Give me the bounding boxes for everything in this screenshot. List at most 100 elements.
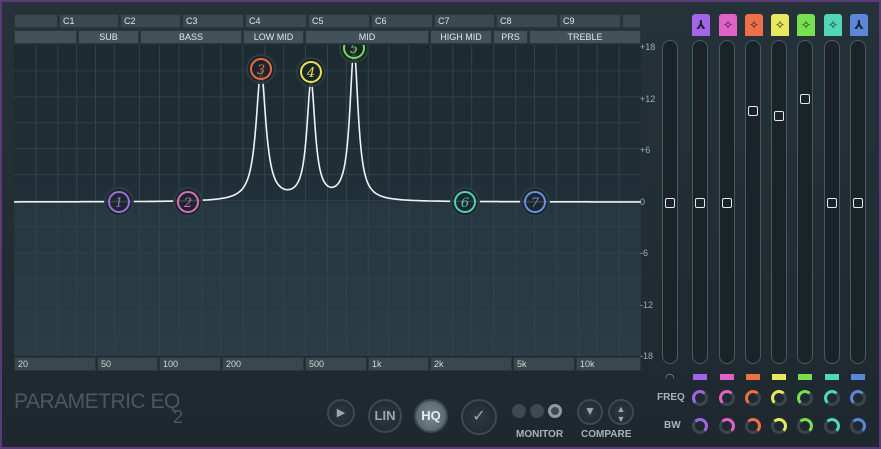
note-cell: C1 (59, 14, 119, 28)
band-gain-thumb[interactable] (827, 198, 837, 208)
band-color-swatch (851, 374, 865, 380)
monitor-mid-icon[interactable] (530, 404, 544, 418)
band-2-gain-slider[interactable] (719, 40, 735, 364)
headphones-icon[interactable]: ◠ (665, 371, 675, 384)
band-gain-thumb[interactable] (748, 106, 758, 117)
band-freq-knob[interactable] (745, 390, 761, 406)
band-range-cell: HIGH MID (430, 30, 492, 44)
app-title: PARAMETRIC EQ (14, 390, 180, 414)
hq-button[interactable]: HQ (414, 399, 448, 433)
monitor-target-icon[interactable] (548, 404, 562, 418)
band-gain-thumb[interactable] (800, 93, 810, 104)
band-type-glyph: ✧ (748, 18, 760, 32)
band-handle-label: 1 (115, 196, 123, 211)
band-4-gain-slider[interactable] (771, 40, 787, 364)
eq-curve-plot[interactable]: 1 2 3 4 5 6 7 (14, 45, 641, 356)
band-range-cell: BASS (140, 30, 242, 44)
compare-down-button[interactable]: ▼ (577, 399, 603, 425)
band-freq-knob[interactable] (850, 390, 866, 406)
master-gain-thumb[interactable] (665, 198, 675, 208)
highpass-icon[interactable]: ⅄ (692, 14, 710, 36)
note-strip: C1 C2 C3 C4 C5 C6 C7 C8 C9 (14, 14, 641, 28)
note-cell: C8 (496, 14, 558, 28)
note-cell (14, 14, 58, 28)
band-gain-thumb[interactable] (695, 198, 705, 208)
frequency-strip: 20 50 100 200 500 1k 2k 5k 10k (14, 357, 641, 371)
band-handle-3[interactable]: 3 (246, 54, 276, 84)
band-gain-thumb[interactable] (722, 198, 732, 208)
note-cell: C4 (245, 14, 307, 28)
band-handle-6[interactable]: 6 (450, 187, 480, 217)
band-bw-knob[interactable] (719, 418, 735, 434)
band-range-cell: SUB (78, 30, 139, 44)
db-label: -12 (640, 299, 654, 310)
band-range-strip: SUB BASS LOW MID MID HIGH MID PRS TREBLE (14, 30, 641, 44)
note-cell: C9 (559, 14, 621, 28)
band-handle-label: 6 (461, 196, 469, 211)
band-type-glyph: ⅄ (854, 18, 864, 32)
app-title-suffix: 2 (173, 407, 184, 427)
master-gain-slider[interactable] (662, 40, 678, 364)
band-6-gain-slider[interactable] (824, 40, 840, 364)
band-type-glyph: ✧ (800, 18, 812, 32)
band-handle-label: 3 (257, 63, 265, 78)
band-freq-knob[interactable] (719, 390, 735, 406)
db-label: +6 (640, 145, 651, 155)
band-freq-knob[interactable] (797, 390, 813, 406)
band-gain-thumb[interactable] (774, 110, 784, 121)
bw-label: BW (664, 420, 681, 431)
band-bw-knob[interactable] (771, 418, 787, 434)
band-bw-knob[interactable] (824, 418, 840, 434)
band-7-gain-slider[interactable] (850, 40, 866, 364)
band-handle-4[interactable]: 4 (296, 57, 326, 87)
band-color-swatch (746, 374, 760, 380)
band-color-swatch (772, 374, 786, 380)
band-range-cell: TREBLE (529, 30, 641, 44)
eq-graph[interactable]: 1 2 3 4 5 6 7 (14, 45, 641, 356)
db-label: +18 (640, 42, 656, 52)
frequency-cell: 50 (97, 357, 158, 371)
compare-switch-button[interactable]: ▲ ▼ (608, 399, 634, 425)
band-handle-2[interactable]: 2 (173, 187, 203, 217)
band-freq-knob[interactable] (824, 390, 840, 406)
band-range-cell: PRS (493, 30, 528, 44)
band-freq-knob[interactable] (692, 390, 708, 406)
db-label: +12 (640, 93, 656, 104)
band-handle-1[interactable]: 1 (104, 187, 134, 217)
band-color-swatch (693, 374, 707, 380)
band-freq-knob[interactable] (771, 390, 787, 406)
note-cell: C5 (308, 14, 370, 28)
lin-button[interactable]: LIN (368, 399, 402, 433)
band-1-gain-slider[interactable] (692, 40, 708, 364)
db-label: -6 (640, 248, 649, 258)
band-3-gain-slider[interactable] (745, 40, 761, 364)
lowpass-icon[interactable]: ⅄ (850, 14, 868, 36)
band-handle-7[interactable]: 7 (520, 187, 550, 217)
frequency-cell: 20 (14, 357, 96, 371)
frequency-cell: 10k (576, 357, 641, 371)
confirm-button[interactable]: ✓ (461, 399, 497, 435)
band-type-glyph: ⅄ (696, 18, 706, 32)
monitor-minus-icon[interactable] (512, 404, 526, 418)
peak-icon[interactable]: ✧ (797, 14, 815, 36)
db-label: 0 (640, 196, 646, 207)
band-bw-knob[interactable] (692, 418, 708, 434)
peak-icon[interactable]: ✧ (719, 14, 737, 36)
band-5-gain-slider[interactable] (797, 40, 813, 364)
play-button[interactable]: ▶ (327, 399, 355, 427)
band-color-swatch (825, 374, 839, 380)
band-bw-knob[interactable] (745, 418, 761, 434)
band-type-glyph: ✧ (722, 18, 734, 32)
peak-icon[interactable]: ✧ (771, 14, 789, 36)
band-gain-thumb[interactable] (853, 198, 863, 208)
band-bw-knob[interactable] (797, 418, 813, 434)
band-range-cell: MID (305, 30, 429, 44)
frequency-cell: 200 (222, 357, 304, 371)
band-bw-knob[interactable] (850, 418, 866, 434)
peak-icon[interactable]: ✧ (745, 14, 763, 36)
eq-window: C1 C2 C3 C4 C5 C6 C7 C8 C9 SUB BASS LOW MID MID HIGH… (0, 0, 881, 449)
peak-icon[interactable]: ✧ (824, 14, 842, 36)
frequency-cell: 500 (305, 357, 367, 371)
band-handle-5[interactable]: 5 (339, 45, 369, 63)
note-cell: C2 (120, 14, 181, 28)
